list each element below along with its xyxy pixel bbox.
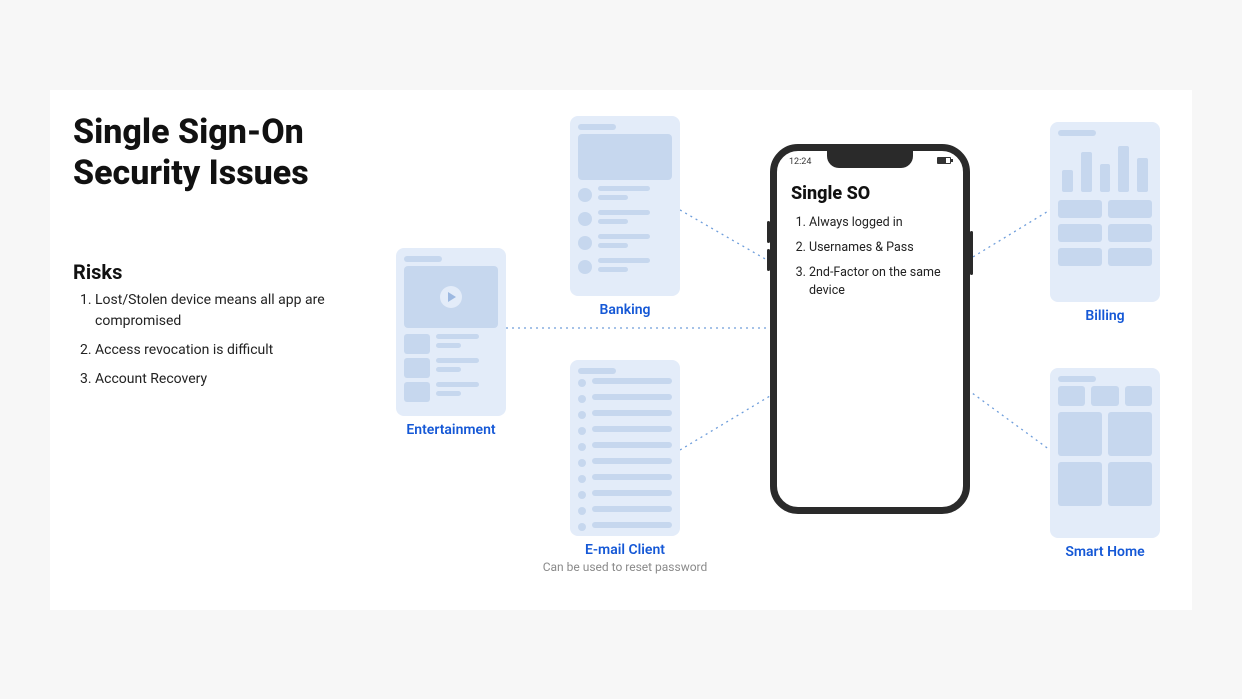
wireframe-hero	[404, 266, 498, 328]
line-banking	[680, 210, 774, 264]
phone-volume-down	[767, 249, 770, 271]
app-card-billing	[1050, 122, 1160, 302]
app-card-banking	[570, 116, 680, 296]
line-email	[680, 390, 780, 450]
risk-item: Account Recovery	[95, 369, 333, 390]
phone-list-item: Always logged in	[809, 214, 949, 233]
line-smarthome	[968, 390, 1050, 450]
phone-status-bar: 12:24	[789, 157, 951, 167]
risks-list: Lost/Stolen device means all app are com…	[73, 290, 333, 398]
app-card-entertainment	[396, 248, 506, 416]
app-label-smarthome: Smart Home	[1030, 544, 1180, 560]
slide: Single Sign-On Security Issues Risks Los…	[50, 90, 1192, 610]
app-label-entertainment: Entertainment	[376, 422, 526, 438]
phone-list-item: Usernames & Pass	[809, 239, 949, 258]
phone-screen-title: Single SO	[791, 183, 949, 204]
slide-title: Single Sign-On Security Issues	[73, 112, 309, 194]
phone-status-time: 12:24	[789, 157, 811, 167]
title-line-2: Security Issues	[73, 153, 309, 193]
play-icon	[440, 286, 462, 308]
line-billing	[968, 210, 1050, 260]
risk-item: Access revocation is difficult	[95, 340, 333, 361]
title-line-1: Single Sign-On	[73, 112, 304, 152]
risks-heading: Risks	[73, 260, 122, 284]
app-sublabel-email: Can be used to reset password	[520, 560, 730, 574]
wireframe-chart	[1058, 140, 1152, 192]
phone-side-button	[970, 231, 973, 275]
battery-icon	[937, 157, 951, 164]
wireframe-bar	[404, 256, 442, 262]
app-label-email: E-mail Client	[550, 542, 700, 558]
app-card-email	[570, 360, 680, 536]
phone-device: 12:24 Single SO Always logged in Usernam…	[770, 144, 970, 514]
diagram-canvas: Single Sign-On Security Issues Risks Los…	[50, 90, 1192, 610]
phone-item-list: Always logged in Usernames & Pass 2nd-Fa…	[791, 214, 949, 301]
app-label-banking: Banking	[550, 302, 700, 318]
risk-item: Lost/Stolen device means all app are com…	[95, 290, 333, 332]
phone-volume-up	[767, 221, 770, 243]
phone-list-item: 2nd-Factor on the same device	[809, 264, 949, 302]
app-label-billing: Billing	[1030, 308, 1180, 324]
app-card-smarthome	[1050, 368, 1160, 538]
